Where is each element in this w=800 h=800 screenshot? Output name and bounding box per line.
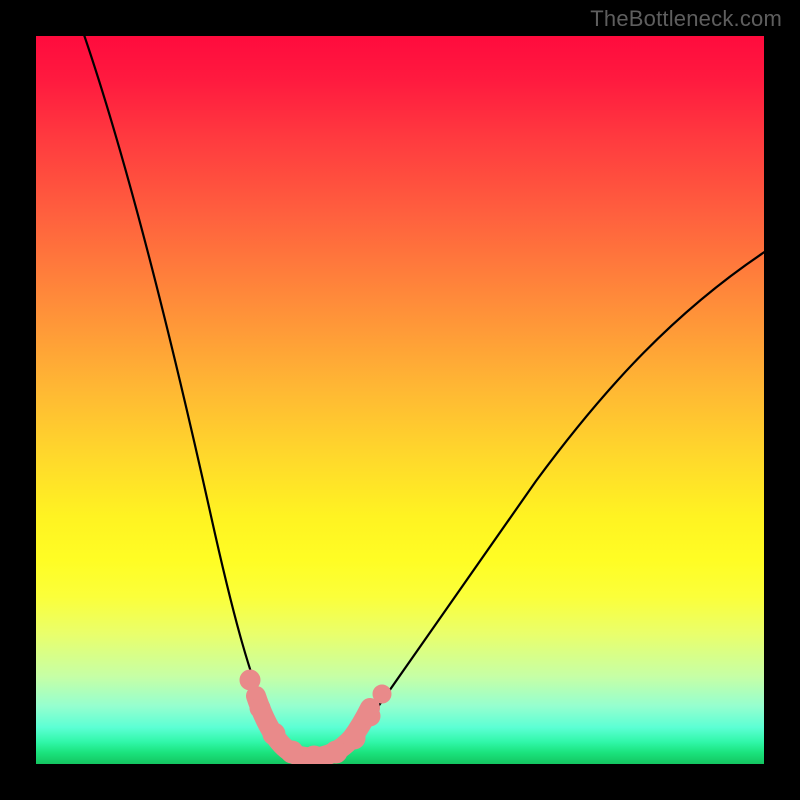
marker-dot [281, 741, 303, 763]
bottleneck-curve [81, 36, 764, 758]
marker-dot [263, 723, 285, 745]
marker-dot [250, 698, 270, 718]
trough-markers [240, 670, 391, 764]
plot-area [36, 36, 764, 764]
curve-layer [36, 36, 764, 764]
chart-frame: TheBottleneck.com [0, 0, 800, 800]
watermark-text: TheBottleneck.com [590, 6, 782, 32]
marker-dot [360, 706, 380, 726]
marker-dot [303, 746, 325, 764]
marker-dot [240, 670, 260, 690]
marker-dot [343, 727, 365, 749]
marker-dot [373, 685, 391, 703]
marker-dot [325, 741, 347, 763]
